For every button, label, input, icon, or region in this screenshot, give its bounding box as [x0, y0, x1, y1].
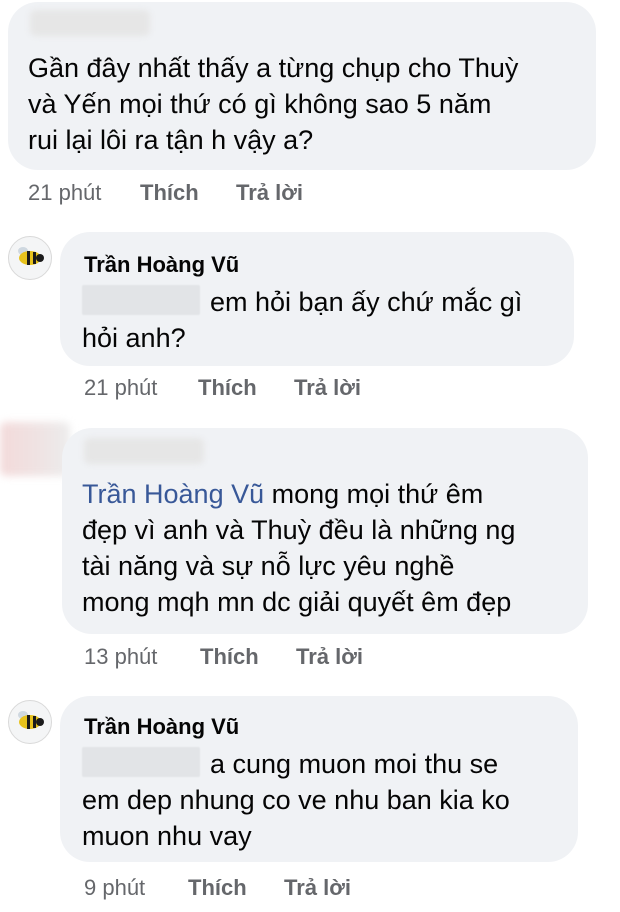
reply-button[interactable]: Trả lời	[294, 375, 361, 401]
comment-line: hỏi anh?	[82, 323, 186, 353]
like-button[interactable]: Thích	[198, 375, 294, 401]
bee-avatar-icon[interactable]	[8, 700, 52, 744]
comment-text: Gần đây nhất thấy a từng chụp cho Thuỳ v…	[28, 50, 518, 158]
comment-line: Gần đây nhất thấy a từng chụp cho Thuỳ	[28, 53, 519, 83]
comment-line: rui lại lôi ra tận h vậy a?	[28, 125, 314, 155]
comment-timestamp[interactable]: 21 phút	[84, 375, 198, 401]
comment-line: Trần Hoàng Vũ mong mọi thứ êm	[82, 479, 484, 509]
like-button[interactable]: Thích	[188, 875, 284, 901]
comment-line: và Yến mọi thứ có gì không sao 5 năm	[28, 89, 492, 119]
redacted-author-name	[84, 438, 204, 464]
comment-thread: Gần đây nhất thấy a từng chụp cho Thuỳ v…	[0, 0, 620, 912]
comment-line: a cung muon moi thu se	[82, 746, 510, 782]
comment-line: muon nhu vay	[82, 821, 252, 851]
comment-timestamp[interactable]: 13 phút	[84, 644, 200, 670]
like-button[interactable]: Thích	[200, 644, 296, 670]
comment-text: Trần Hoàng Vũ mong mọi thứ êm đẹp vì anh…	[82, 476, 515, 620]
redacted-author-name	[30, 10, 150, 36]
redacted-avatar	[0, 422, 70, 476]
comment-meta: 13 phút Thích Trả lời	[84, 644, 363, 670]
reply-button[interactable]: Trả lời	[236, 180, 303, 206]
comment-timestamp[interactable]: 21 phút	[28, 180, 140, 206]
comment-text: a cung muon moi thu se em dep nhung co v…	[82, 746, 510, 854]
comment-timestamp[interactable]: 9 phút	[84, 875, 188, 901]
comment-line: đẹp vì anh và Thuỳ đều là những ng	[82, 515, 516, 545]
comment-meta: 21 phút Thích Trả lời	[84, 375, 361, 401]
author-mention-link[interactable]: Trần Hoàng Vũ	[82, 479, 264, 509]
reply-button[interactable]: Trả lời	[296, 644, 363, 670]
comment-author-name[interactable]: Trần Hoàng Vũ	[84, 714, 239, 740]
redacted-mention	[82, 747, 200, 777]
comment-text: em hỏi bạn ấy chứ mắc gì hỏi anh?	[82, 284, 522, 356]
comment-meta: 9 phút Thích Trả lời	[84, 875, 351, 901]
reply-button[interactable]: Trả lời	[284, 875, 351, 901]
like-button[interactable]: Thích	[140, 180, 236, 206]
comment-line: em dep nhung co ve nhu ban kia ko	[82, 785, 510, 815]
comment-line: em hỏi bạn ấy chứ mắc gì	[82, 284, 522, 320]
bee-avatar-icon[interactable]	[8, 236, 52, 280]
redacted-mention	[82, 285, 200, 315]
comment-line: mong mqh mn dc giải quyết êm đẹp	[82, 587, 512, 617]
comment-meta: 21 phút Thích Trả lời	[28, 180, 303, 206]
comment-author-name[interactable]: Trần Hoàng Vũ	[84, 252, 239, 278]
comment-line: tài năng và sự nỗ lực yêu nghề	[82, 551, 455, 581]
